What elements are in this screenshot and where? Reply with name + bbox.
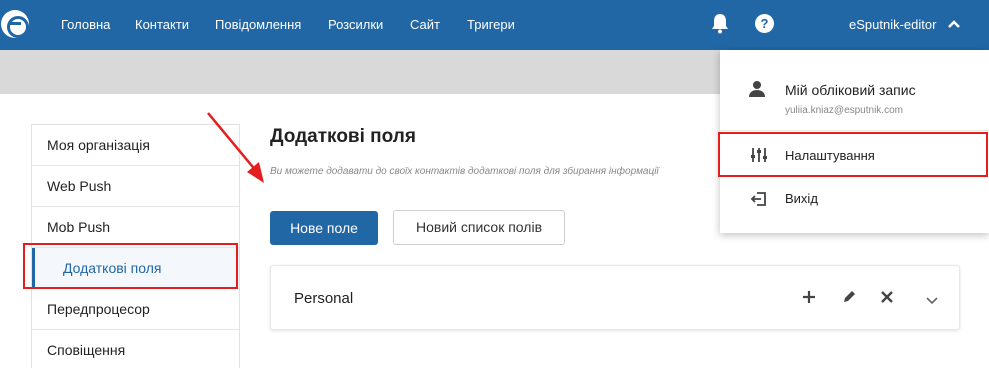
user-menu-name[interactable]: eSputnik-editor bbox=[849, 17, 936, 32]
close-icon[interactable] bbox=[878, 288, 896, 306]
sidebar-item-notifications[interactable]: Сповіщення bbox=[32, 330, 239, 368]
chevron-up-icon[interactable] bbox=[946, 16, 962, 32]
sidebar-item-web-push[interactable]: Web Push bbox=[32, 166, 239, 207]
sidebar-item-organization[interactable]: Моя організація bbox=[32, 125, 239, 166]
my-account-link[interactable]: Мій обліковий запис bbox=[785, 82, 916, 98]
nav-contacts[interactable]: Контакти bbox=[135, 17, 189, 32]
pencil-icon[interactable] bbox=[840, 288, 858, 306]
page-title: Додаткові поля bbox=[270, 126, 416, 147]
settings-sidebar: Моя організація Web Push Mob Push Додатк… bbox=[31, 124, 240, 368]
top-navbar: Головна Контакти Повідомлення Розсилки С… bbox=[0, 0, 989, 50]
help-icon[interactable]: ? bbox=[755, 14, 774, 33]
page-subtitle: Ви можете додавати до своїх контактів до… bbox=[270, 166, 659, 177]
sidebar-item-preprocessor[interactable]: Передпроцесор bbox=[32, 289, 239, 330]
bell-icon[interactable] bbox=[710, 12, 730, 34]
nav-messages[interactable]: Повідомлення bbox=[215, 17, 301, 32]
chevron-down-icon[interactable] bbox=[923, 292, 941, 310]
plus-icon[interactable] bbox=[800, 288, 818, 306]
field-group-title: Personal bbox=[294, 290, 354, 307]
nav-site[interactable]: Сайт bbox=[410, 17, 440, 32]
esputnik-logo[interactable] bbox=[1, 10, 29, 38]
user-dropdown-menu: Мій обліковий запис yuliia.kniaz@esputni… bbox=[720, 50, 989, 233]
field-group-card: Personal bbox=[270, 265, 960, 330]
logout-link[interactable]: Вихід bbox=[785, 191, 818, 206]
dropdown-divider bbox=[720, 130, 989, 131]
settings-link[interactable]: Налаштування bbox=[785, 148, 875, 163]
new-field-list-button[interactable]: Новий список полів bbox=[393, 210, 565, 245]
sliders-icon bbox=[751, 148, 767, 162]
logout-icon bbox=[750, 192, 766, 206]
new-field-button[interactable]: Нове поле bbox=[270, 211, 378, 245]
nav-campaigns[interactable]: Розсилки bbox=[328, 17, 383, 32]
sidebar-item-mob-push[interactable]: Mob Push bbox=[32, 207, 239, 248]
nav-triggers[interactable]: Тригери bbox=[467, 17, 515, 32]
nav-home[interactable]: Головна bbox=[61, 17, 110, 32]
account-email: yuliia.kniaz@esputnik.com bbox=[785, 105, 903, 116]
sidebar-item-additional-fields[interactable]: Додаткові поля bbox=[32, 248, 239, 289]
user-icon bbox=[749, 81, 765, 97]
